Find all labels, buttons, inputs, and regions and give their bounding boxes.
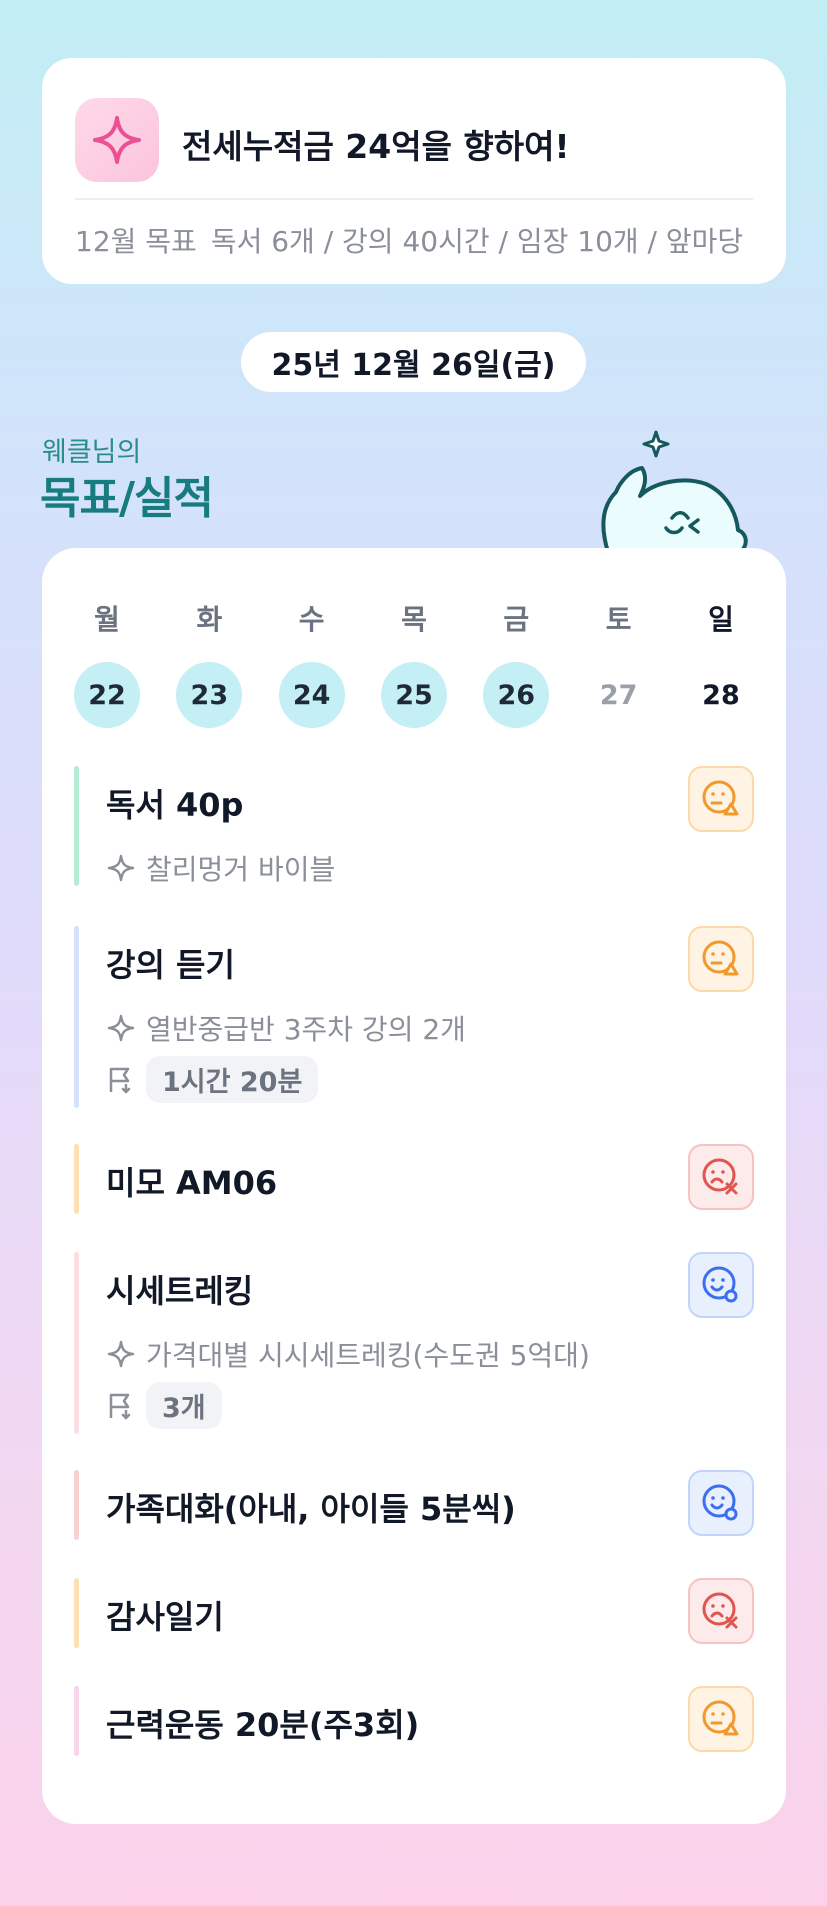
task-item[interactable]: 미모 AM06 [74, 1144, 754, 1214]
goal-tracker-card: 월 화 수 목 금 토 일 22 23 24 25 26 27 28 독서 40… [42, 548, 786, 1824]
task-item[interactable]: 시세트레킹 가격대별 시시세트레킹(수도권 5억대) 3개 [74, 1252, 754, 1434]
task-detail-text: 찰리멍거 바이블 [146, 853, 336, 886]
partial-face-icon [702, 1700, 739, 1736]
task-detail: 가격대별 시시세트레킹(수도권 5억대) [106, 1334, 590, 1374]
date-26[interactable]: 26 [483, 662, 550, 728]
date-row: 22 23 24 25 26 27 28 [74, 662, 754, 728]
partial-face-icon [702, 780, 739, 816]
status-partial-button[interactable] [688, 1686, 754, 1752]
weekday-row: 월 화 수 목 금 토 일 [74, 598, 754, 638]
flag-icon [106, 1391, 136, 1421]
sparkle-icon [106, 1013, 136, 1043]
weekday-tue: 화 [196, 603, 223, 636]
status-partial-button[interactable] [688, 766, 754, 832]
task-item[interactable]: 감사일기 [74, 1578, 754, 1648]
divider [75, 198, 753, 200]
goal-card[interactable]: 전세누적금 24억을 향하여! 12월 목표 독서 6개 / 강의 40시간 / … [42, 58, 786, 284]
done-face-icon [702, 1266, 738, 1303]
sparkle-icon [75, 98, 159, 182]
goal-month-text: 독서 6개 / 강의 40시간 / 임장 10개 / 앞마당 2개 [210, 225, 753, 258]
status-partial-button[interactable] [688, 926, 754, 992]
partial-face-icon [702, 940, 739, 976]
sparkle-icon [106, 1339, 136, 1369]
task-title: 시세트레킹 [106, 1272, 254, 1310]
status-done-button[interactable] [688, 1252, 754, 1318]
task-item[interactable]: 독서 40p 찰리멍거 바이블 [74, 766, 754, 886]
task-detail-text: 열반중급반 3주차 강의 2개 [146, 1013, 466, 1046]
fail-face-icon [702, 1592, 738, 1629]
task-item[interactable]: 강의 듣기 열반중급반 3주차 강의 2개 1시간 20분 [74, 926, 754, 1108]
task-color-bar [74, 1470, 79, 1540]
flag-icon [106, 1065, 136, 1095]
date-24[interactable]: 24 [278, 662, 345, 728]
week-calendar: 월 화 수 목 금 토 일 22 23 24 25 26 27 28 [74, 598, 754, 728]
weekday-wed: 수 [298, 603, 325, 636]
task-detail-text: 가격대별 시시세트레킹(수도권 5억대) [146, 1339, 590, 1372]
sparkle-icon [106, 853, 136, 883]
task-item[interactable]: 가족대화(아내, 아이들 5분씩) [74, 1470, 754, 1540]
date-27[interactable]: 27 [586, 662, 652, 728]
date-selector[interactable]: 25년 12월 26일(금) [241, 332, 586, 392]
status-fail-button[interactable] [688, 1144, 754, 1210]
done-face-icon [702, 1484, 738, 1521]
task-color-bar [74, 766, 79, 886]
task-title: 독서 40p [106, 786, 244, 824]
page-title: 목표/실적 [40, 473, 214, 524]
goal-title: 전세누적금 24억을 향하여! [182, 127, 570, 166]
goal-summary: 12월 목표 독서 6개 / 강의 40시간 / 임장 10개 / 앞마당 2개 [75, 220, 753, 260]
date-23[interactable]: 23 [176, 662, 243, 728]
task-detail: 열반중급반 3주차 강의 2개 [106, 1008, 466, 1048]
task-title: 강의 듣기 [106, 946, 235, 984]
date-28[interactable]: 28 [688, 662, 754, 728]
task-title: 가족대화(아내, 아이들 5분씩) [106, 1490, 516, 1528]
weekday-thu: 목 [401, 603, 427, 636]
status-fail-button[interactable] [688, 1578, 754, 1644]
task-color-bar [74, 1144, 79, 1214]
task-title: 미모 AM06 [106, 1164, 278, 1202]
task-item[interactable]: 근력운동 20분(주3회) [74, 1686, 754, 1756]
fail-face-icon [702, 1158, 738, 1195]
status-done-button[interactable] [688, 1470, 754, 1536]
weekday-mon: 월 [94, 603, 120, 636]
task-color-bar [74, 1686, 79, 1756]
task-title: 근력운동 20분(주3회) [106, 1706, 420, 1744]
task-detail: 찰리멍거 바이블 [106, 848, 335, 888]
task-color-bar [74, 1252, 79, 1434]
date-25[interactable]: 25 [380, 662, 447, 728]
weekday-fri: 금 [503, 603, 530, 636]
mascot-illustration [601, 430, 748, 552]
weekday-sun: 일 [708, 603, 734, 636]
task-color-bar [74, 926, 79, 1108]
task-result: 3개 [106, 1382, 222, 1429]
task-result: 1시간 20분 [106, 1056, 319, 1103]
weekday-sat: 토 [605, 603, 632, 636]
goal-month-label: 12월 목표 [75, 225, 197, 258]
result-tag: 3개 [146, 1382, 222, 1429]
date-22[interactable]: 22 [74, 662, 140, 728]
result-tag: 1시간 20분 [146, 1056, 319, 1103]
task-color-bar [74, 1578, 79, 1648]
task-title: 감사일기 [106, 1598, 224, 1636]
